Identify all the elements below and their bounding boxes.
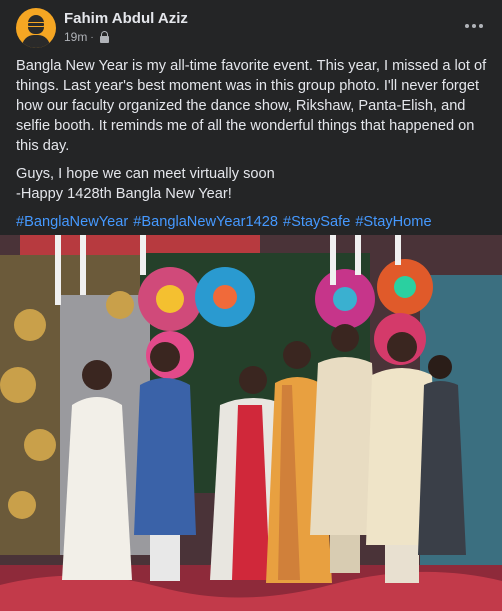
post-paragraph: Bangla New Year is my all-time favorite … xyxy=(16,58,491,154)
more-horizontal-icon xyxy=(465,24,469,28)
post-header: Fahim Abdul Aziz 19m · xyxy=(16,8,486,48)
post-photo[interactable] xyxy=(0,235,502,611)
author-name[interactable]: Fahim Abdul Aziz xyxy=(64,10,188,27)
hashtag-link[interactable]: #StaySafe xyxy=(283,212,350,232)
post-timestamp[interactable]: 19m xyxy=(64,30,87,44)
more-options-button[interactable] xyxy=(462,14,486,38)
meta-separator: · xyxy=(90,31,94,43)
group-photo-illustration xyxy=(0,235,502,611)
hashtag-list: #BanglaNewYear #BanglaNewYear1428 #StayS… xyxy=(16,212,490,232)
post-paragraph: Guys, I hope we can meet virtually soon … xyxy=(16,166,275,202)
hashtag-link[interactable]: #BanglaNewYear xyxy=(16,212,128,232)
facebook-post: Fahim Abdul Aziz 19m · Bangla New Year i… xyxy=(0,0,502,611)
hashtag-link[interactable]: #StayHome xyxy=(355,212,431,232)
post-text: Bangla New Year is my all-time favorite … xyxy=(16,56,490,232)
avatar[interactable] xyxy=(16,8,56,48)
lock-icon[interactable] xyxy=(99,31,110,43)
hashtag-link[interactable]: #BanglaNewYear1428 xyxy=(133,212,278,232)
post-meta: 19m · xyxy=(64,30,110,44)
